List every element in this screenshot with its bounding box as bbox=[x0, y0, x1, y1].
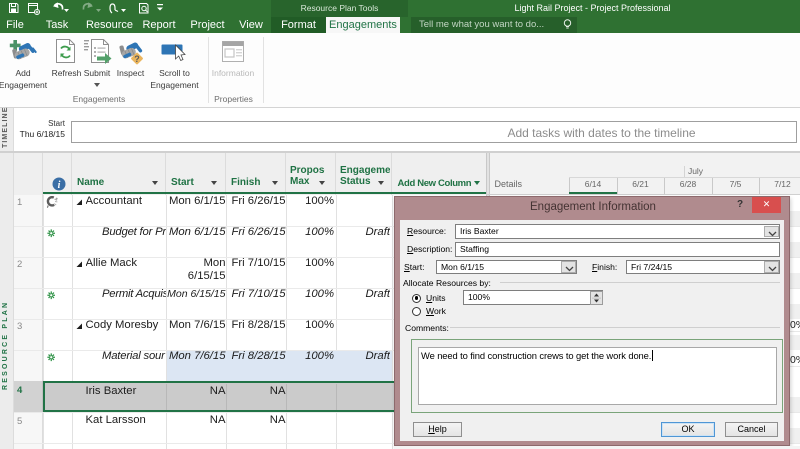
svg-text:?: ? bbox=[134, 54, 140, 64]
svg-text:i: i bbox=[58, 180, 61, 191]
